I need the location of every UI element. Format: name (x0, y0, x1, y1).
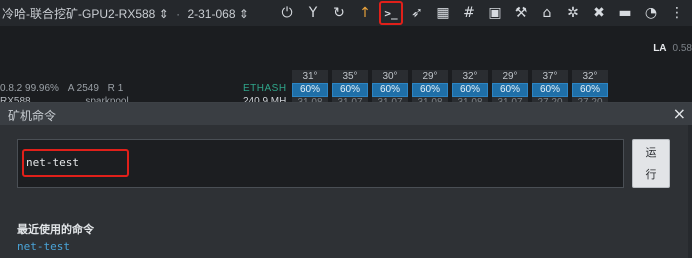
gpu-temp: 32° (452, 70, 488, 83)
rocket-icon[interactable]: ➶ (406, 2, 428, 24)
restart-icon[interactable]: ↻ (328, 2, 350, 24)
gpu-temp: 37° (532, 70, 568, 83)
rejected-count: 1 (117, 83, 124, 94)
dialog-header: 矿机命令 × (0, 103, 692, 125)
terminal-icon[interactable]: >_ (379, 1, 403, 25)
load-average-value: 0.58 (672, 43, 692, 54)
top-bar: 冷哈-联合挖矿-GPU2-RX588 ⇕ · 2-31-068 ⇕ ⏻ Y ↻ ↑ >_… (0, 0, 692, 26)
gpu-temp: 35° (332, 70, 368, 83)
command-field-box (17, 139, 624, 188)
more-icon[interactable]: ⋮ (666, 2, 688, 24)
accepted-label: A (67, 83, 74, 94)
console-icon[interactable]: ▣ (484, 2, 506, 24)
worker-id: 2-31-068 (187, 7, 236, 21)
efficiency: 99.96% (25, 83, 59, 94)
gpu-temp: 32° (572, 70, 608, 83)
fan-icon[interactable]: ✲ (562, 2, 584, 24)
tools-icon[interactable]: ✖ (588, 2, 610, 24)
gpu-temp: 29° (492, 70, 528, 83)
command-input-highlight (22, 149, 129, 177)
timer-icon[interactable]: ◔ (640, 2, 662, 24)
upgrade-icon[interactable]: ↑ (354, 2, 376, 24)
worker-chevron-icon: ⇕ (158, 7, 169, 21)
algorithm: ETHASH (243, 83, 287, 94)
load-average-label: LA (653, 43, 667, 54)
delete-icon[interactable]: ▬ (614, 2, 636, 24)
scrollbar[interactable] (688, 125, 692, 258)
recent-commands-title: 最近使用的命令 (17, 224, 94, 236)
gpu-temp: 31° (292, 70, 328, 83)
id-chevron-icon: ⇕ (238, 7, 249, 21)
basket-icon[interactable]: ⌂ (536, 2, 558, 24)
close-icon[interactable]: × (673, 104, 686, 123)
gpu-fan: 60% (412, 83, 448, 97)
worker-stats-row: 0.8.2 99.96% A 2549 R 1 (0, 83, 123, 94)
accepted-count: 2549 (76, 83, 99, 94)
gauge-icon[interactable]: ▦ (432, 2, 454, 24)
rejected-label: R (107, 83, 115, 94)
miner-command-dialog: 矿机命令 × 运 行 最近使用的命令 net-test (0, 102, 692, 258)
power-icon[interactable]: ⏻ (276, 2, 298, 24)
gpu-fan: 60% (372, 83, 408, 97)
recent-command-link[interactable]: net-test (17, 240, 70, 253)
gpu-fan: 60% (292, 83, 328, 97)
run-button[interactable]: 运 行 (632, 139, 670, 188)
worker-name: 冷哈-联合挖矿-GPU2-RX588 (2, 7, 156, 21)
gpu-fan: 60% (572, 83, 608, 97)
hammer-icon[interactable]: ⚒ (510, 2, 532, 24)
load-average: LA 0.58 (653, 43, 692, 54)
gpu-fan: 60% (332, 83, 368, 97)
gpu-fan: 60% (452, 83, 488, 97)
gpu-fan: 60% (532, 83, 568, 97)
gpu-fan: 60% (492, 83, 528, 97)
run-label-2: 行 (645, 168, 657, 181)
worker-selector[interactable]: 冷哈-联合挖矿-GPU2-RX588 ⇕ · 2-31-068 ⇕ (2, 5, 249, 22)
miner-version: 0.8.2 (0, 83, 23, 94)
hash-icon[interactable]: # (458, 2, 480, 24)
run-label-1: 运 (645, 146, 657, 159)
tuning-fork-icon[interactable]: Y (302, 2, 324, 24)
gpu-temp: 30° (372, 70, 408, 83)
gpu-temp: 29° (412, 70, 448, 83)
dialog-title: 矿机命令 (8, 109, 57, 123)
